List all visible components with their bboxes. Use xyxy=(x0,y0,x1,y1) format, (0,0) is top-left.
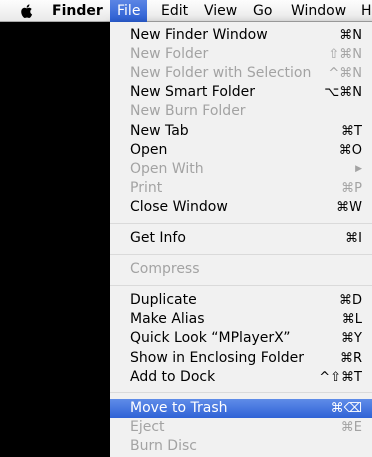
keyboard-shortcut: ⌘O xyxy=(338,142,362,158)
menu-item-label: Open xyxy=(130,141,168,158)
keyboard-shortcut: ⌘R xyxy=(339,350,362,366)
apple-logo-icon[interactable] xyxy=(18,2,36,20)
keyboard-shortcut: ⌘T xyxy=(341,123,362,139)
menu-item-new-folder-with-selection: New Folder with Selection ^⌘N xyxy=(110,64,372,83)
menubar-item-finder[interactable]: Finder xyxy=(52,0,103,22)
menu-item-close-window[interactable]: Close Window ⌘W xyxy=(110,198,372,217)
menu-item-add-to-dock[interactable]: Add to Dock ^⇧⌘T xyxy=(110,368,372,387)
menu-item-burn-disc: Burn Disc xyxy=(110,437,372,456)
menu-item-open-with: Open With ▶ xyxy=(110,160,372,179)
menu-item-new-folder: New Folder ⇧⌘N xyxy=(110,45,372,64)
file-menu: New Finder Window ⌘N New Folder ⇧⌘N New Fold… xyxy=(110,22,372,457)
menubar-item-file[interactable]: File xyxy=(110,0,148,22)
menu-separator xyxy=(110,253,372,255)
menu-item-label: Close Window xyxy=(130,198,228,215)
screen: Finder File Edit View Go Window H New Fi… xyxy=(0,0,372,457)
menu-item-label: Compress xyxy=(130,261,200,278)
menu-item-label: Make Alias xyxy=(130,311,205,328)
menu-item-label: Print xyxy=(130,179,163,196)
keyboard-shortcut: ^⌘N xyxy=(328,66,362,82)
menu-item-label: New Tab xyxy=(130,122,189,139)
keyboard-shortcut: ⌘I xyxy=(345,231,362,246)
keyboard-shortcut: ⌘N xyxy=(339,28,362,43)
menu-item-new-finder-window[interactable]: New Finder Window ⌘N xyxy=(110,26,372,45)
menu-item-label: Move to Trash xyxy=(130,399,228,416)
keyboard-shortcut: ⌘E xyxy=(340,419,362,435)
keyboard-shortcut: ⌘L xyxy=(341,312,362,328)
menu-item-new-tab[interactable]: New Tab ⌘T xyxy=(110,122,372,141)
menu-item-label: New Folder with Selection xyxy=(130,65,312,82)
menu-item-label: Quick Look “MPlayerX” xyxy=(130,330,291,347)
menu-item-label: Show in Enclosing Folder xyxy=(130,349,304,366)
menu-bar: Finder File Edit View Go Window H xyxy=(0,0,372,22)
menubar-item-window[interactable]: Window xyxy=(291,0,346,22)
menu-item-compress: Compress xyxy=(110,260,372,279)
menu-item-label: Eject xyxy=(130,418,165,435)
keyboard-shortcut: ⌘P xyxy=(341,180,362,196)
menu-item-new-smart-folder[interactable]: New Smart Folder ⌥⌘N xyxy=(110,83,372,102)
menu-item-label: New Finder Window xyxy=(130,27,268,43)
menu-item-label: Get Info xyxy=(130,230,186,246)
keyboard-shortcut: ⇧⌘N xyxy=(328,47,362,63)
menu-item-label: New Folder xyxy=(130,46,209,63)
keyboard-shortcut: ⌘Y xyxy=(341,331,362,347)
menu-separator xyxy=(110,392,372,394)
menubar-item-view[interactable]: View xyxy=(204,0,237,22)
menu-item-label: Add to Dock xyxy=(130,368,216,385)
menu-item-make-alias[interactable]: Make Alias ⌘L xyxy=(110,310,372,329)
menu-item-label: Open With xyxy=(130,160,204,177)
menu-separator xyxy=(110,284,372,286)
menu-item-get-info[interactable]: Get Info ⌘I xyxy=(110,229,372,248)
menu-item-quick-look-mplayerx[interactable]: Quick Look “MPlayerX” ⌘Y xyxy=(110,329,372,348)
keyboard-shortcut: ⌘⌫ xyxy=(330,400,362,416)
keyboard-shortcut: ⌘D xyxy=(338,293,362,309)
menu-item-label: New Burn Folder xyxy=(130,103,246,120)
menu-item-duplicate[interactable]: Duplicate ⌘D xyxy=(110,291,372,310)
menu-separator xyxy=(110,222,372,224)
menubar-item-edit[interactable]: Edit xyxy=(161,0,188,22)
menu-item-label: Burn Disc xyxy=(130,437,197,454)
menu-item-open[interactable]: Open ⌘O xyxy=(110,141,372,160)
menu-item-new-burn-folder: New Burn Folder xyxy=(110,102,372,121)
keyboard-shortcut: ⌘W xyxy=(336,199,362,215)
menubar-item-help[interactable]: H xyxy=(361,0,372,22)
submenu-arrow-icon: ▶ xyxy=(355,163,362,174)
menu-item-label: Duplicate xyxy=(130,292,197,309)
menu-item-move-to-trash[interactable]: Move to Trash ⌘⌫ xyxy=(110,398,372,418)
keyboard-shortcut: ^⇧⌘T xyxy=(319,369,362,385)
menubar-item-go[interactable]: Go xyxy=(253,0,272,22)
menu-item-eject: Eject ⌘E xyxy=(110,418,372,437)
menu-item-print: Print ⌘P xyxy=(110,179,372,198)
keyboard-shortcut: ⌥⌘N xyxy=(324,85,362,101)
menu-item-label: New Smart Folder xyxy=(130,84,256,101)
menu-item-show-in-enclosing-folder[interactable]: Show in Enclosing Folder ⌘R xyxy=(110,349,372,368)
